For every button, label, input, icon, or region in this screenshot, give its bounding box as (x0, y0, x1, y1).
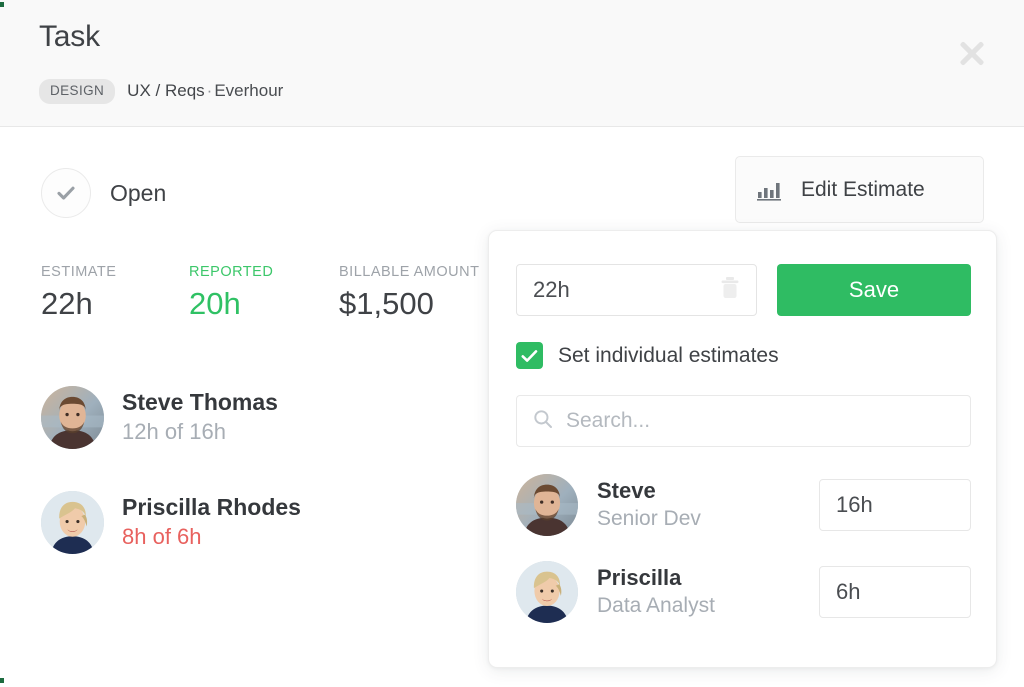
breadcrumb-path[interactable]: UX / Reqs (127, 81, 204, 100)
assignee-list: Steve Thomas 12h of 16h Priscilla Rhodes… (41, 386, 301, 596)
task-status[interactable]: Open (41, 168, 166, 218)
person-estimate-value: 16h (836, 491, 873, 517)
search-placeholder: Search... (566, 409, 651, 432)
metric-reported: REPORTED 20h (189, 264, 311, 322)
estimate-input-value: 22h (533, 277, 570, 302)
assignee-info: Steve Thomas 12h of 16h (122, 389, 278, 446)
table-row[interactable]: Steve Senior Dev 16h (516, 467, 971, 542)
metric-estimate: ESTIMATE 22h (41, 264, 161, 322)
person-estimate-input[interactable]: 6h (819, 565, 971, 618)
save-button[interactable]: Save (777, 264, 971, 316)
list-item[interactable]: Priscilla Rhodes 8h of 6h (41, 491, 301, 554)
avatar (516, 560, 578, 623)
close-icon[interactable] (952, 33, 992, 73)
assignee-progress: 12h of 16h (122, 419, 226, 445)
person-info: Steve Senior Dev (597, 478, 819, 532)
search-icon (533, 409, 553, 434)
estimate-input[interactable]: 22h (516, 264, 757, 316)
table-row[interactable]: Priscilla Data Analyst 6h (516, 554, 971, 629)
corner-artifact-top-left (0, 2, 4, 7)
checkbox-checked-icon[interactable] (516, 342, 543, 369)
person-role: Data Analyst (597, 594, 715, 618)
bar-chart-icon (757, 179, 782, 201)
metric-reported-label: REPORTED (189, 264, 274, 280)
checkbox-label: Set individual estimates (558, 343, 779, 367)
breadcrumb: DESIGN UX / Reqs · Everhour (39, 79, 283, 104)
person-name: Priscilla (597, 564, 682, 590)
list-item[interactable]: Steve Thomas 12h of 16h (41, 386, 301, 449)
metric-estimate-label: ESTIMATE (41, 264, 117, 280)
assignee-name: Priscilla Rhodes (122, 494, 301, 521)
modal-header: Task DESIGN UX / Reqs · Everhour (0, 0, 1024, 127)
avatar (41, 386, 104, 449)
corner-artifact-bottom-left (0, 678, 4, 683)
metric-estimate-value: 22h (41, 286, 93, 321)
task-modal: Task DESIGN UX / Reqs · Everhour Open ESTI… (0, 0, 1024, 687)
metric-billable-label: BILLABLE AMOUNT (339, 264, 480, 280)
task-status-label: Open (110, 179, 167, 206)
assignee-progress: 8h of 6h (122, 524, 202, 550)
page-title: Task (39, 20, 100, 53)
save-button-label: Save (848, 277, 900, 302)
trash-icon[interactable] (719, 276, 741, 305)
person-info: Priscilla Data Analyst (597, 565, 819, 619)
avatar (41, 491, 104, 554)
person-estimate-input[interactable]: 16h (819, 478, 971, 531)
status-badge[interactable]: DESIGN (39, 79, 116, 104)
search-input[interactable]: Search... (516, 395, 971, 447)
person-role: Senior Dev (597, 507, 701, 531)
breadcrumb-separator: · (206, 81, 213, 101)
breadcrumb-text: UX / Reqs · Everhour (127, 81, 283, 101)
metric-reported-value: 20h (189, 286, 241, 321)
edit-estimate-label: Edit Estimate (801, 177, 925, 201)
breadcrumb-project[interactable]: Everhour (214, 81, 283, 100)
edit-estimate-button[interactable]: Edit Estimate (735, 156, 984, 223)
edit-estimate-popup: 22h Save Set individual estimates Search… (488, 230, 997, 668)
person-name: Steve (597, 477, 656, 503)
assignee-info: Priscilla Rhodes 8h of 6h (122, 494, 301, 551)
metric-billable-amount: BILLABLE AMOUNT $1,500 (339, 264, 479, 322)
check-circle-icon[interactable] (41, 168, 91, 218)
metrics-row: ESTIMATE 22h REPORTED 20h BILLABLE AMOUN… (41, 264, 525, 322)
assignee-name: Steve Thomas (122, 389, 278, 416)
avatar (516, 473, 578, 536)
person-estimate-value: 6h (836, 578, 861, 604)
metric-billable-value: $1,500 (339, 286, 434, 321)
set-individual-estimates-checkbox[interactable]: Set individual estimates (516, 342, 779, 369)
